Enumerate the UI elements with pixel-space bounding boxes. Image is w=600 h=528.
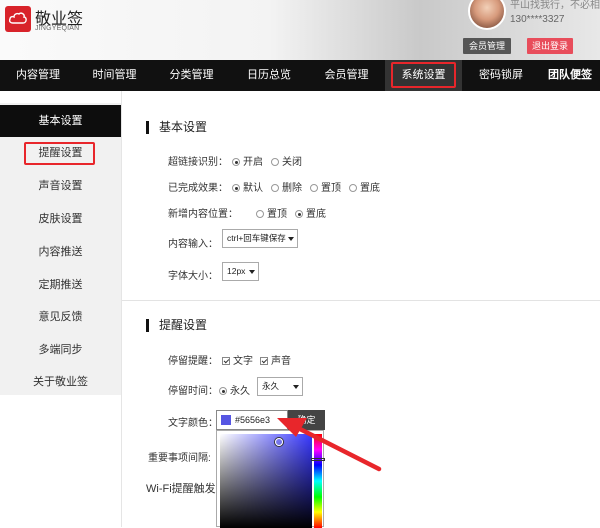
done-effect-top-radio[interactable]: 置顶 bbox=[310, 179, 341, 194]
radio-icon bbox=[295, 210, 303, 218]
brand-subtitle: JINGYEQIAN bbox=[35, 25, 80, 32]
sidebar-item-basic[interactable]: 基本设置 bbox=[0, 105, 121, 137]
color-swatch bbox=[221, 415, 231, 425]
member-manage-button[interactable]: 会员管理 bbox=[463, 38, 511, 54]
checkbox-icon bbox=[260, 357, 268, 365]
nav-item-content[interactable]: 内容管理 bbox=[0, 60, 76, 91]
top-header: 敬业签 JINGYEQIAN 平山找我行，不必相 130****3327 会员管… bbox=[0, 0, 600, 60]
reminder-settings-title: 提醒设置 bbox=[146, 319, 207, 332]
wifi-reminder-label: Wi-Fi提醒触发间 bbox=[146, 483, 227, 495]
chevron-down-icon bbox=[288, 237, 294, 241]
chevron-down-icon bbox=[293, 385, 299, 389]
basic-settings-title: 基本设置 bbox=[146, 121, 207, 134]
content-divider bbox=[121, 91, 122, 527]
sidebar-item-sound[interactable]: 声音设置 bbox=[0, 170, 121, 202]
hue-slider[interactable] bbox=[314, 434, 322, 528]
done-effect-bottom-radio[interactable]: 置底 bbox=[349, 179, 380, 194]
checkbox-icon bbox=[222, 357, 230, 365]
color-confirm-button[interactable]: 确定 bbox=[288, 410, 325, 430]
stay-reminder-label: 停留提醒： bbox=[168, 356, 218, 367]
link-detect-on-radio[interactable]: 开启 bbox=[232, 153, 263, 168]
hue-slider-handle[interactable] bbox=[311, 458, 325, 461]
nav-item-settings[interactable]: 系统设置 bbox=[385, 60, 462, 91]
stay-time-select[interactable]: 永久 bbox=[257, 377, 303, 396]
color-saturation-area[interactable] bbox=[220, 434, 312, 528]
link-detect-label: 超链接识别： bbox=[168, 157, 228, 168]
nav-item-team[interactable]: 团队便签 bbox=[540, 60, 600, 91]
nav-item-time[interactable]: 时间管理 bbox=[76, 60, 153, 91]
avatar[interactable] bbox=[468, 0, 506, 30]
important-interval-label: 重要事项间隔: bbox=[148, 453, 211, 464]
done-effect-delete-radio[interactable]: 删除 bbox=[271, 179, 302, 194]
radio-icon bbox=[219, 387, 227, 395]
stay-text-checkbox[interactable]: 文字 bbox=[222, 352, 253, 367]
new-position-label: 新增内容位置： bbox=[168, 209, 238, 220]
done-effect-default-radio[interactable]: 默认 bbox=[232, 179, 263, 194]
logo-icon bbox=[5, 6, 31, 32]
logout-button[interactable]: 退出登录 bbox=[527, 38, 573, 54]
done-effect-label: 已完成效果： bbox=[168, 183, 228, 194]
nav-item-member[interactable]: 会员管理 bbox=[308, 60, 385, 91]
stay-time-label: 停留时间： bbox=[168, 386, 218, 397]
sidebar-item-sync[interactable]: 多端同步 bbox=[0, 334, 121, 366]
sidebar-item-about[interactable]: 关于敬业签 bbox=[0, 366, 121, 398]
font-size-label: 字体大小： bbox=[168, 271, 218, 282]
sidebar-item-scheduled-push[interactable]: 定期推送 bbox=[0, 269, 121, 301]
color-picker-handle[interactable] bbox=[275, 438, 283, 446]
nav-item-category[interactable]: 分类管理 bbox=[153, 60, 230, 91]
text-color-label: 文字颜色： bbox=[168, 418, 218, 429]
radio-icon bbox=[310, 184, 318, 192]
section-divider bbox=[122, 300, 600, 301]
promo-text: 平山找我行，不必相 bbox=[510, 0, 600, 11]
sidebar-item-push[interactable]: 内容推送 bbox=[0, 236, 121, 268]
link-detect-off-radio[interactable]: 关闭 bbox=[271, 153, 302, 168]
nav-item-lockscreen[interactable]: 密码锁屏 bbox=[462, 60, 540, 91]
radio-icon bbox=[232, 184, 240, 192]
main-nav: 内容管理 时间管理 分类管理 日历总览 会员管理 系统设置 密码锁屏 团队便签 bbox=[0, 60, 600, 91]
new-position-top-radio[interactable]: 置顶 bbox=[256, 205, 287, 220]
color-picker-panel[interactable] bbox=[216, 430, 325, 528]
new-position-bottom-radio[interactable]: 置底 bbox=[295, 205, 326, 220]
content-input-select[interactable]: ctrl+回车键保存 bbox=[222, 229, 298, 248]
chevron-down-icon bbox=[249, 270, 255, 274]
radio-icon bbox=[271, 184, 279, 192]
sidebar-item-skin[interactable]: 皮肤设置 bbox=[0, 203, 121, 235]
radio-icon bbox=[349, 184, 357, 192]
sidebar: 基本设置 提醒设置 声音设置 皮肤设置 内容推送 定期推送 意见反馈 多端同步 … bbox=[0, 103, 121, 395]
user-phone: 130****3327 bbox=[510, 14, 565, 25]
radio-icon bbox=[271, 158, 279, 166]
content-input-label: 内容输入： bbox=[168, 239, 218, 250]
radio-icon bbox=[232, 158, 240, 166]
text-color-input[interactable]: #5656e3 bbox=[216, 410, 288, 430]
nav-item-calendar[interactable]: 日历总览 bbox=[230, 60, 308, 91]
font-size-select[interactable]: 12px bbox=[222, 262, 259, 281]
stay-time-forever-radio[interactable]: 永久 bbox=[219, 382, 250, 397]
stay-sound-checkbox[interactable]: 声音 bbox=[260, 352, 291, 367]
radio-icon bbox=[256, 210, 264, 218]
sidebar-item-feedback[interactable]: 意见反馈 bbox=[0, 301, 121, 333]
sidebar-item-reminder[interactable]: 提醒设置 bbox=[0, 137, 121, 169]
